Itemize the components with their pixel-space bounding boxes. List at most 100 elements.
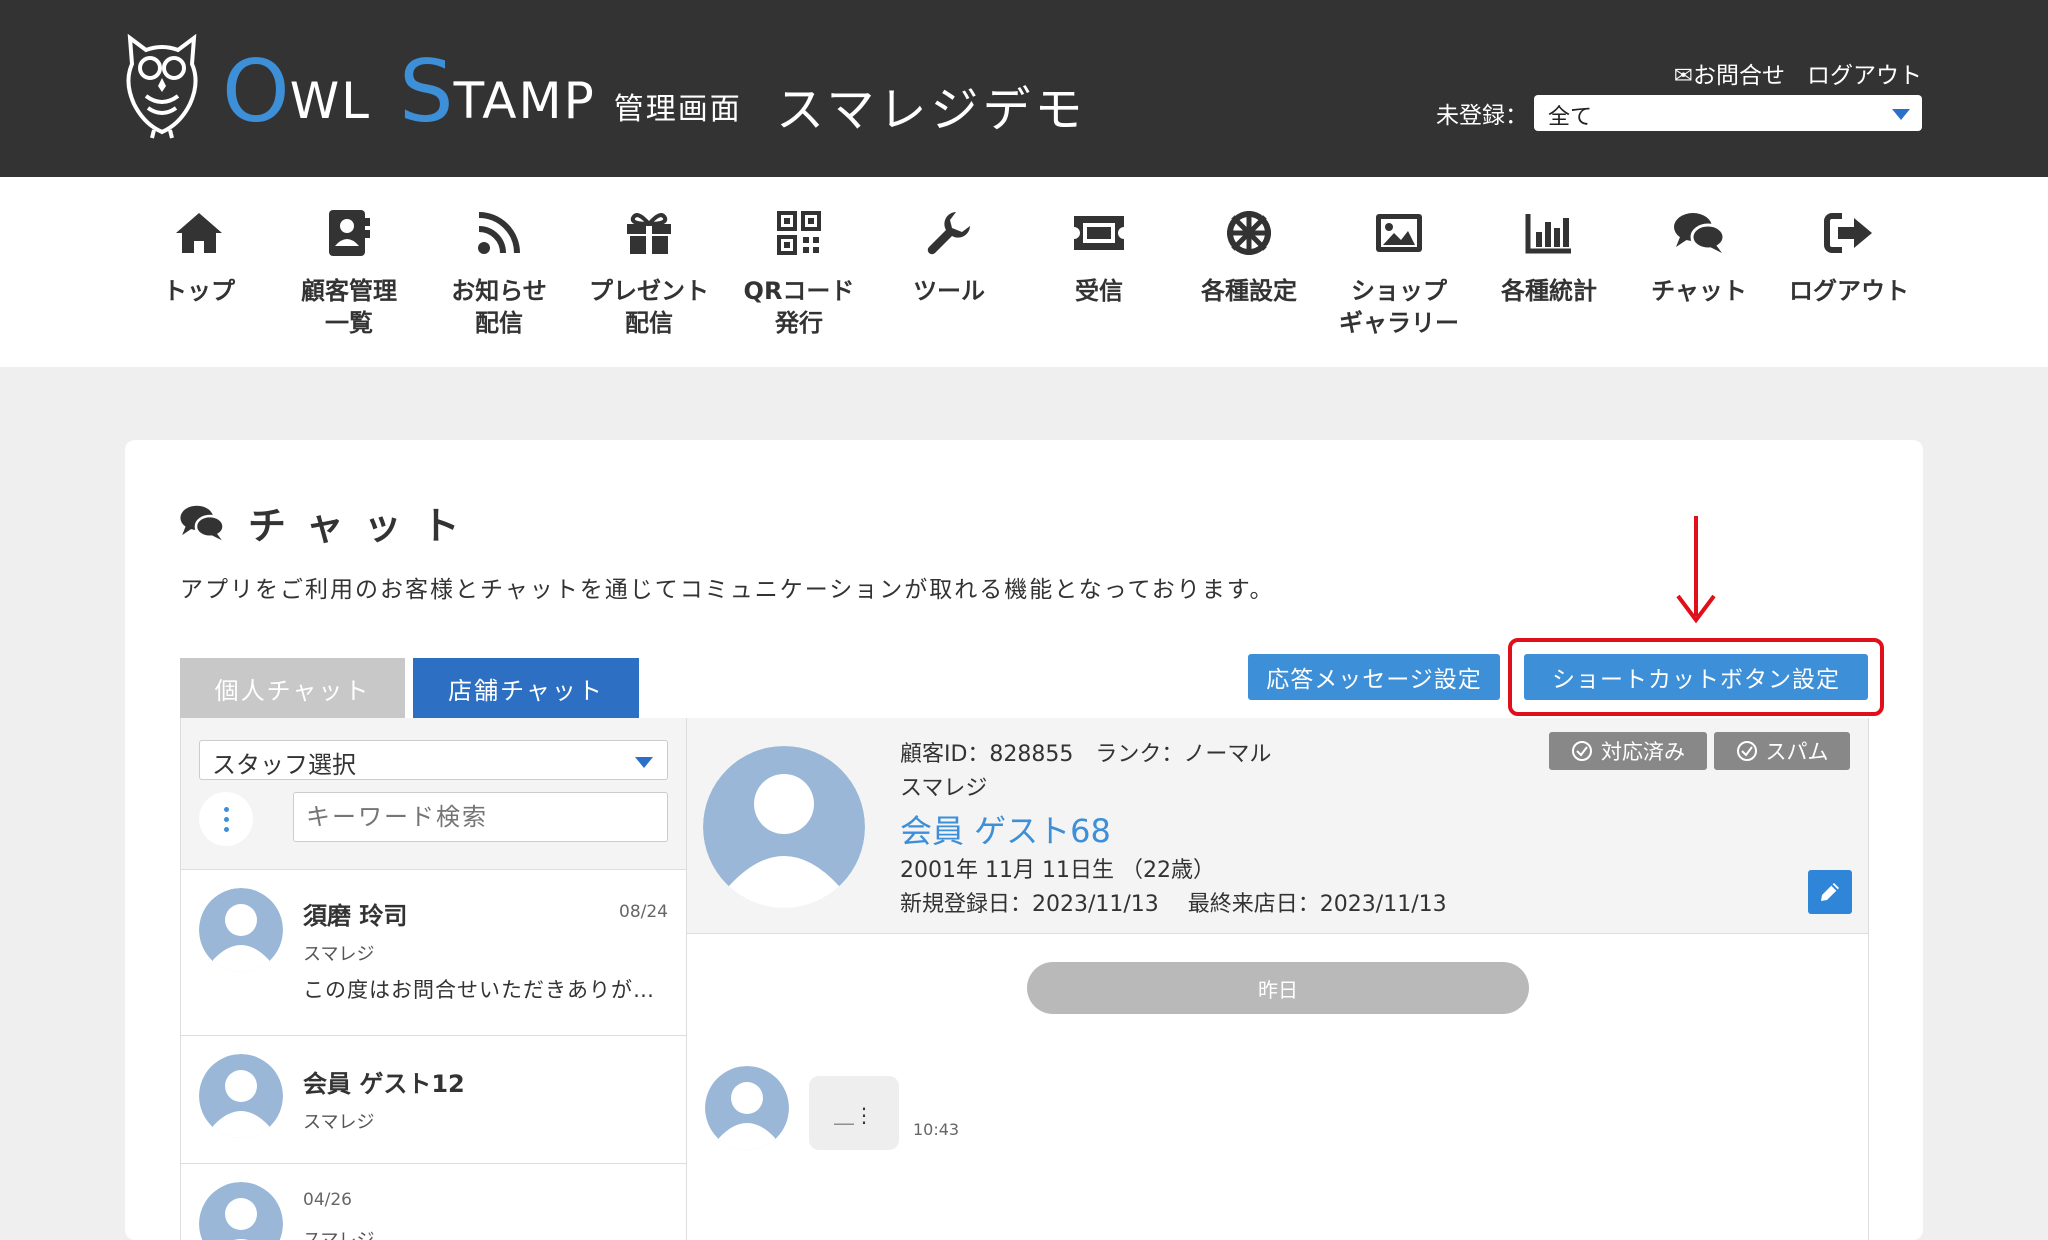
more-options-button[interactable]	[199, 792, 253, 846]
avatar-icon	[199, 1182, 283, 1240]
nav-label: 各種設定	[1201, 277, 1297, 305]
header-links: ✉お問合せ ログアウト	[1674, 56, 1922, 90]
chat-icon	[1674, 213, 1726, 253]
pencil-icon	[1821, 883, 1839, 901]
nav-item-gallery[interactable]: ショップ ギャラリー	[1329, 207, 1469, 339]
nav-item-customers[interactable]: 顧客管理 一覧	[279, 207, 419, 339]
conversation-item[interactable]: 04/26 スマレジ	[181, 1164, 686, 1240]
conversation-name: 須磨 玲司	[303, 902, 408, 930]
nav-item-settings[interactable]: 各種設定	[1179, 207, 1319, 307]
contacts-icon	[329, 210, 370, 256]
owl-logo-icon	[126, 34, 198, 139]
page-title: チャット	[178, 495, 480, 550]
ticket-icon	[1074, 216, 1124, 250]
nav-item-present[interactable]: プレゼント 配信	[579, 207, 719, 339]
dot	[223, 806, 229, 812]
conversation-list-panel: スタッフ選択 須磨 玲司 08/24 スマレジ この度はお問合せいただきありがと…	[180, 718, 687, 1240]
nav-item-stats[interactable]: 各種統計	[1479, 207, 1619, 307]
edit-customer-button[interactable]	[1808, 870, 1852, 914]
nav-label: 顧客管理 一覧	[301, 277, 397, 337]
customer-avatar-icon	[703, 746, 865, 908]
conversation-filter-area: スタッフ選択	[181, 718, 686, 870]
conversation-date: 08/24	[619, 902, 668, 922]
nav-item-top[interactable]: トップ	[129, 207, 269, 307]
sign-out-icon	[1824, 213, 1872, 253]
conversation-shop: スマレジ	[303, 1226, 374, 1240]
nav-label: プレゼント 配信	[589, 277, 709, 337]
avatar-icon	[199, 888, 283, 972]
image-icon	[1376, 214, 1422, 252]
top-header: O WL S TAMP 管理画面 スマレジデモ ✉お問合せ ログアウト 未登録：…	[0, 0, 2048, 177]
contact-link[interactable]: ✉お問合せ	[1674, 56, 1785, 90]
nav-label: QRコード 発行	[743, 277, 855, 337]
spam-button[interactable]: スパム	[1714, 732, 1850, 770]
avatar-icon	[199, 1054, 283, 1138]
brand-letter-o: O	[222, 42, 290, 142]
nav-label: ログアウト	[1789, 277, 1909, 305]
main-nav: トップ 顧客管理 一覧 お知らせ 配信 プレゼント 配信 QRコード 発行 ツー…	[0, 177, 2048, 367]
nav-label: ツール	[913, 277, 985, 305]
chat-icon	[180, 505, 225, 540]
highlight-box	[1508, 638, 1884, 716]
wheel-icon	[1227, 211, 1271, 255]
conversation-shop: スマレジ	[303, 944, 375, 965]
nav-item-receive[interactable]: 受信	[1029, 207, 1169, 307]
nav-label: ショップ ギャラリー	[1339, 277, 1459, 337]
customer-header: 顧客ID：828855 ランク：ノーマル スマレジ 会員 ゲスト68 2001年…	[687, 718, 1868, 934]
home-icon	[176, 213, 222, 253]
nav-label: 受信	[1075, 277, 1123, 305]
nav-label: 各種統計	[1501, 277, 1597, 305]
wrench-icon	[927, 212, 970, 255]
qrcode-icon	[777, 211, 821, 255]
chat-panel: 顧客ID：828855 ランク：ノーマル スマレジ 会員 ゲスト68 2001年…	[687, 718, 1869, 1240]
message-time: 10:43	[913, 1120, 960, 1139]
reply-message-settings-button[interactable]: 応答メッセージ設定	[1248, 654, 1500, 700]
unregistered-select-value: 全て	[1548, 105, 1593, 130]
avatar-icon	[705, 1066, 789, 1150]
customer-name[interactable]: 会員 ゲスト68	[900, 806, 1111, 852]
nav-item-qrcode[interactable]: QRコード 発行	[729, 207, 869, 339]
arrow-down-icon	[1676, 516, 1716, 624]
nav-item-tools[interactable]: ツール	[879, 207, 1019, 307]
customer-dates: 新規登録日：2023/11/13 最終来店日：2023/11/13	[900, 892, 1447, 917]
gift-icon	[627, 213, 671, 254]
customer-shop: スマレジ	[900, 776, 988, 801]
conversation-item[interactable]: 会員 ゲスト12 スマレジ	[181, 1036, 686, 1164]
handled-button[interactable]: 対応済み	[1549, 732, 1707, 770]
page-title-text: チャット	[248, 504, 480, 548]
shop-name: スマレジデモ	[776, 82, 1087, 138]
header-logout-link[interactable]: ログアウト	[1807, 56, 1922, 90]
dot	[223, 826, 229, 832]
page-description: アプリをご利用のお客様とチャットを通じてコミュニケーションが取れる機能となってお…	[180, 577, 1275, 603]
message-bubble: ＿⋮	[809, 1076, 899, 1150]
date-divider: 昨日	[1027, 962, 1529, 1014]
check-circle-icon	[1572, 741, 1592, 761]
conversation-name: 会員 ゲスト12	[303, 1070, 465, 1098]
brand-letter-s: S	[399, 42, 454, 142]
conversation-date: 04/26	[303, 1190, 352, 1210]
unregistered-filter: 未登録： 全て	[1436, 95, 1922, 131]
tab-personal-chat[interactable]: 個人チャット	[180, 658, 405, 718]
conversation-last-message: この度はお問合せいただきありがとうございます。	[303, 978, 673, 1002]
unregistered-label: 未登録：	[1436, 103, 1528, 129]
nav-item-news[interactable]: お知らせ 配信	[429, 207, 569, 339]
chevron-down-icon	[1892, 109, 1910, 120]
brand-subtitle: 管理画面	[613, 92, 742, 127]
nav-label: チャット	[1651, 277, 1747, 305]
keyword-search-input[interactable]	[293, 792, 668, 842]
handled-label: 対応済み	[1601, 740, 1685, 764]
brand-text-wl: WL	[289, 72, 371, 130]
brand-text-tamp: TAMP	[453, 72, 596, 130]
customer-id-rank: 顧客ID：828855 ランク：ノーマル	[900, 742, 1272, 767]
customer-birthday: 2001年 11月 11日生 （22歳）	[900, 858, 1215, 883]
nav-label: トップ	[163, 277, 235, 305]
conversation-item[interactable]: 須磨 玲司 08/24 スマレジ この度はお問合せいただきありがとうございます。	[181, 870, 686, 1036]
check-circle-icon	[1736, 741, 1757, 761]
nav-item-chat[interactable]: チャット	[1629, 207, 1769, 307]
tab-store-chat[interactable]: 店舗チャット	[413, 658, 639, 718]
dot	[223, 816, 229, 822]
unregistered-select[interactable]: 全て	[1534, 95, 1922, 131]
staff-select[interactable]: スタッフ選択	[199, 740, 668, 780]
spam-label: スパム	[1765, 740, 1829, 764]
nav-item-logout[interactable]: ログアウト	[1779, 207, 1919, 307]
